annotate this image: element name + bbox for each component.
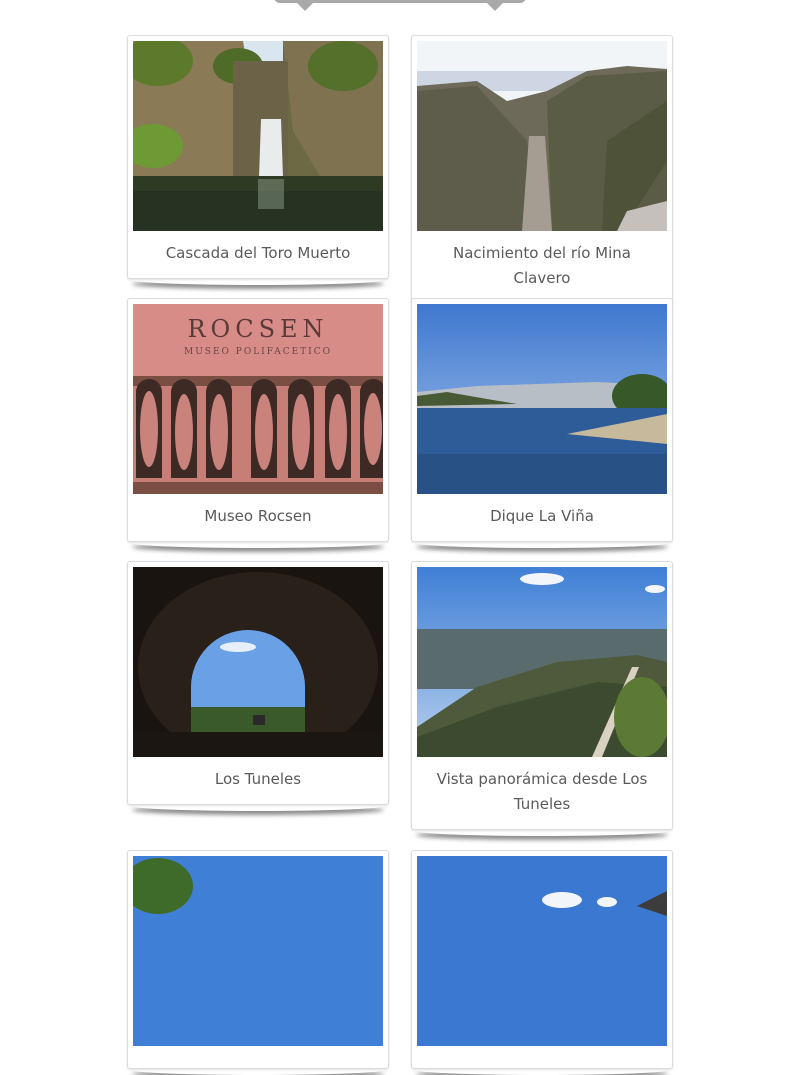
river-gorge-photo[interactable]	[417, 41, 667, 231]
card-caption: Dique La Viña	[490, 507, 594, 525]
card-caption: Cascada del Toro Muerto	[165, 244, 351, 262]
tunnel-photo[interactable]	[133, 567, 383, 757]
card-caption: Nacimiento del río Mina Clavero	[453, 244, 631, 287]
panoramic-valley-photo[interactable]	[417, 567, 667, 757]
sky-landscape-photo[interactable]	[417, 856, 667, 1046]
lake-dam-photo[interactable]	[417, 304, 667, 494]
landscape-photo[interactable]	[133, 856, 383, 1046]
museum-sign-title: ROCSEN	[187, 315, 328, 343]
card-caption	[128, 1046, 388, 1068]
gallery-card-los-tuneles[interactable]: Los Tuneles	[127, 561, 389, 805]
top-tab-bar	[274, 0, 526, 11]
gallery-card-nacimiento[interactable]: Nacimiento del río Mina Clavero	[411, 35, 673, 304]
tab-pointer-left	[296, 2, 314, 11]
card-caption: Los Tuneles	[214, 770, 302, 788]
museum-facade-photo[interactable]: ROCSEN MUSEO POLIFACETICO	[133, 304, 383, 494]
gallery-card-museo-rocsen[interactable]: ROCSEN MUSEO POLIFACETICO Museo Rocsen	[127, 298, 389, 542]
gallery-card-dique-la-vina[interactable]: Dique La Viña	[411, 298, 673, 542]
card-caption	[412, 1046, 672, 1068]
gallery-card-8[interactable]	[411, 850, 673, 1069]
gallery-card-vista-panoramica[interactable]: Vista panorámica desde Los Tuneles	[411, 561, 673, 830]
gallery-card-7[interactable]	[127, 850, 389, 1069]
museum-sign-subtitle: MUSEO POLIFACETICO	[184, 347, 332, 357]
card-caption: Museo Rocsen	[204, 507, 312, 525]
card-caption: Vista panorámica desde Los Tuneles	[436, 770, 648, 813]
waterfall-photo[interactable]	[133, 41, 383, 231]
tab-pointer-right	[486, 2, 504, 11]
gallery-card-cascada[interactable]: Cascada del Toro Muerto	[127, 35, 389, 279]
